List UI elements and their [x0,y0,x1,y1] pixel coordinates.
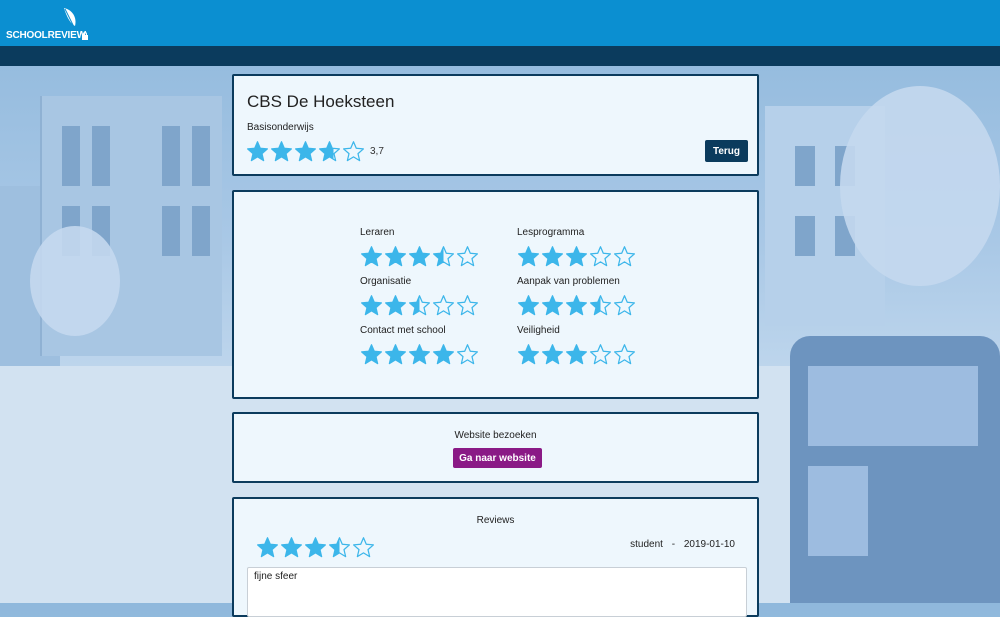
star-icon [281,537,302,558]
star-icon [361,344,382,365]
star-icon [614,246,635,267]
star-icon [409,344,430,365]
lock-icon [82,32,88,40]
school-type: Basisonderwijs [247,122,314,133]
star-icon [433,295,454,316]
category-ratings-card: Leraren Lesprogramma Organisatie Aanpak … [232,190,759,399]
star-icon [271,141,292,162]
star-icon [590,246,611,267]
visit-website-button[interactable]: Ga naar website [453,448,542,468]
star-icon [353,537,374,558]
star-icon [385,295,406,316]
category-label-contact: Contact met school [360,325,446,336]
category-stars-veiligheid [517,343,636,366]
top-bar: SCHOOLREVIEW [0,0,1000,46]
star-icon [361,295,382,316]
review-rating-stars [256,536,375,559]
star-icon [385,344,406,365]
star-icon [433,344,454,365]
star-icon [590,295,611,316]
star-icon [343,141,364,162]
category-stars-aanpak [517,294,636,317]
category-stars-contact [360,343,479,366]
star-icon [566,344,587,365]
logo[interactable]: SCHOOLREVIEW [6,6,96,42]
back-button[interactable]: Terug [705,140,748,162]
star-icon [385,246,406,267]
star-icon [361,246,382,267]
reviews-title: Reviews [476,515,515,526]
star-icon [295,141,316,162]
category-label-veiligheid: Veiligheid [517,325,560,336]
school-header-card: CBS De Hoeksteen Basisonderwijs 3,7 Teru… [232,74,759,176]
star-icon [518,246,539,267]
star-icon [614,344,635,365]
star-icon [542,344,563,365]
star-icon [305,537,326,558]
reviews-card: Reviews student - 2019-01-10 fijne sfeer [232,497,759,617]
star-icon [433,246,454,267]
bus [790,336,1000,603]
category-label-leraren: Leraren [360,227,395,238]
overall-rating-value: 3,7 [370,146,384,157]
category-stars-organisatie [360,294,479,317]
tree [840,86,1000,286]
star-icon [542,246,563,267]
star-icon [566,246,587,267]
school-name: CBS De Hoeksteen [247,92,395,111]
star-icon [409,295,430,316]
website-label: Website bezoeken [454,430,537,441]
tree [30,226,120,336]
review-date: 2019-01-10 [683,539,735,550]
feather-icon [64,8,76,28]
star-icon [247,141,268,162]
star-icon [542,295,563,316]
sub-bar [0,46,1000,66]
category-stars-leraren [360,245,479,268]
star-icon [590,344,611,365]
star-icon [319,141,340,162]
star-icon [409,246,430,267]
star-icon [457,246,478,267]
category-label-lesprogramma: Lesprogramma [517,227,585,238]
category-label-aanpak: Aanpak van problemen [517,276,620,287]
category-label-organisatie: Organisatie [360,276,412,287]
review-meta: student - 2019-01-10 [624,539,735,550]
review-author: student [630,539,663,550]
review-separator: - [671,539,676,550]
star-icon [257,537,278,558]
star-icon [566,295,587,316]
star-icon [518,295,539,316]
review-text: fijne sfeer [247,567,747,617]
star-icon [457,344,478,365]
category-stars-lesprogramma [517,245,636,268]
overall-rating-stars [246,140,365,163]
star-icon [457,295,478,316]
website-card: Website bezoeken Ga naar website [232,412,759,483]
star-icon [329,537,350,558]
star-icon [518,344,539,365]
logo-text: SCHOOLREVIEW [6,30,86,41]
star-icon [614,295,635,316]
